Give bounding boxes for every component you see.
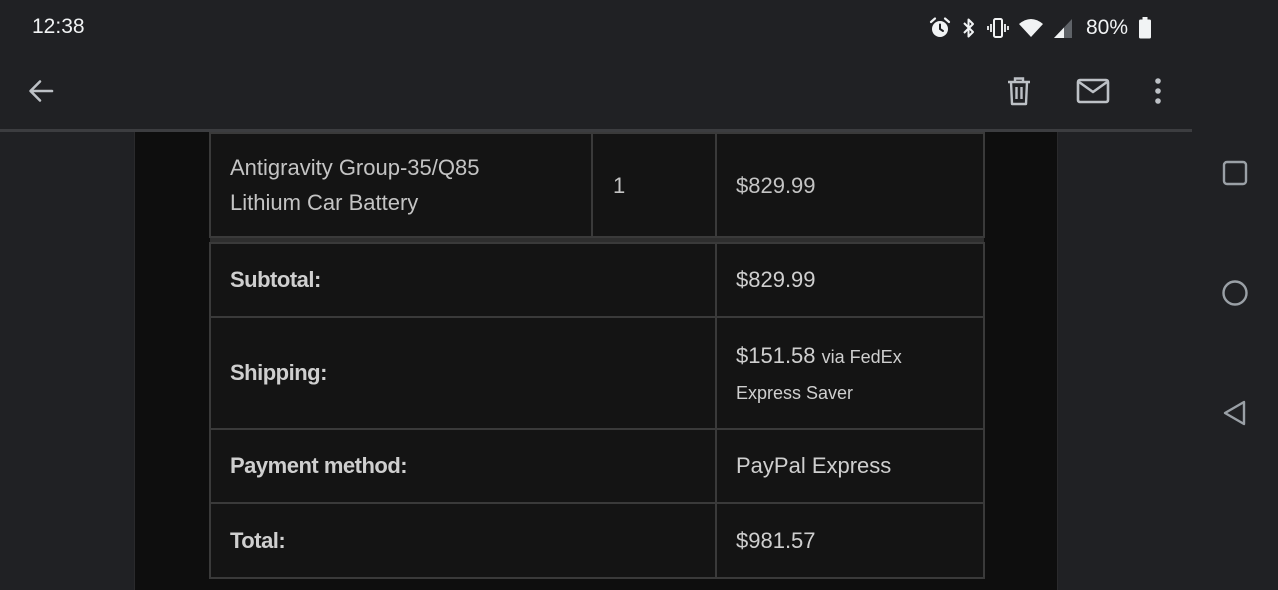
shipping-value: $151.58 via FedEx Express Saver: [715, 316, 985, 430]
status-clock: 12:38: [32, 15, 85, 38]
shipping-method-line2: Express Saver: [736, 382, 854, 403]
alarm-icon: [928, 16, 952, 40]
subtotal-row: Subtotal: $829.99: [209, 242, 985, 318]
back-triangle-icon: [1222, 399, 1248, 432]
battery-percentage: 80%: [1085, 16, 1128, 39]
wifi-icon: [1018, 16, 1044, 40]
recents-button[interactable]: [1216, 156, 1254, 194]
order-summary-table: Antigravity Group-35/Q85 Lithium Car Bat…: [209, 132, 985, 579]
subtotal-value: $829.99: [715, 242, 985, 318]
home-circle-icon: [1221, 279, 1249, 312]
arrow-back-icon: [27, 77, 55, 110]
total-row: Total: $981.57: [209, 502, 985, 579]
status-icons: 80%: [928, 14, 1152, 42]
home-button[interactable]: [1216, 276, 1254, 314]
total-label: Total:: [209, 502, 717, 579]
item-name-cell: Antigravity Group-35/Q85 Lithium Car Bat…: [209, 132, 593, 238]
item-name-line1: Antigravity Group-35/Q85: [230, 155, 480, 180]
more-vert-icon: [1154, 77, 1162, 110]
subtotal-label: Subtotal:: [209, 242, 717, 318]
cellular-signal-icon: [1052, 16, 1074, 40]
mail-icon: [1076, 78, 1110, 109]
shipping-amount: $151.58: [736, 342, 816, 368]
battery-icon: [1138, 16, 1152, 40]
email-content-area: Antigravity Group-35/Q85 Lithium Car Bat…: [0, 132, 1192, 590]
total-value: $981.57: [715, 502, 985, 579]
shipping-method-line1: via FedEx: [821, 346, 902, 367]
back-button[interactable]: [24, 76, 58, 110]
order-item-row: Antigravity Group-35/Q85 Lithium Car Bat…: [209, 132, 985, 238]
delete-icon: [1005, 76, 1033, 111]
item-quantity: 1: [591, 132, 717, 238]
payment-method-value: PayPal Express: [715, 428, 985, 504]
item-name-line2: Lithium Car Battery: [230, 190, 419, 215]
vibrate-icon: [986, 16, 1010, 40]
shipping-row: Shipping: $151.58 via FedEx Express Save…: [209, 316, 985, 430]
shipping-label: Shipping:: [209, 316, 717, 430]
payment-method-row: Payment method: PayPal Express: [209, 428, 985, 504]
system-nav-bar: [1192, 0, 1278, 590]
screen: 12:38 80% Antigravity Group-35/Q85 Lithi…: [0, 0, 1278, 590]
more-options-button[interactable]: [1139, 74, 1177, 112]
item-price: $829.99: [715, 132, 985, 238]
mark-unread-button[interactable]: [1074, 74, 1112, 112]
system-back-button[interactable]: [1216, 396, 1254, 434]
recents-square-icon: [1222, 160, 1248, 191]
bluetooth-icon: [960, 16, 978, 40]
payment-method-label: Payment method:: [209, 428, 717, 504]
status-bar: 12:38 80%: [0, 0, 1192, 56]
app-bar: [0, 56, 1192, 130]
delete-button[interactable]: [1000, 74, 1038, 112]
